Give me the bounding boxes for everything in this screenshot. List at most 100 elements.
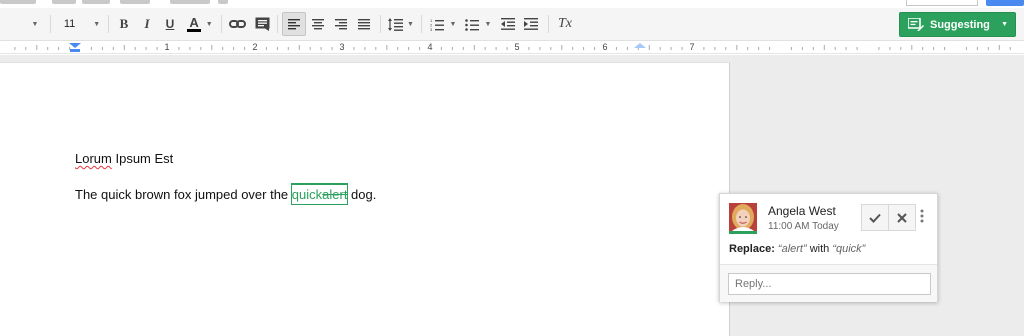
misspelled-word[interactable]: Lorum (75, 151, 112, 166)
ruler-tick (233, 47, 235, 50)
cropped-share-button[interactable] (986, 0, 1024, 6)
bulleted-list-button[interactable]: ▼ (462, 12, 494, 36)
insert-comment-button[interactable] (253, 12, 271, 36)
ruler-tick (889, 47, 891, 50)
ruler-tick (156, 47, 158, 50)
ruler-tick (419, 47, 421, 50)
ruler-tick (451, 47, 453, 50)
ruler-tick (309, 47, 311, 50)
ruler-tick (408, 47, 410, 50)
ruler-tick (583, 47, 585, 50)
ruler-tick (900, 47, 902, 50)
numbered-list-icon: 123 (430, 18, 444, 31)
first-line-indent-marker[interactable] (70, 49, 80, 52)
ruler-tick (659, 47, 661, 50)
user-photo-icon (729, 203, 757, 231)
ruler-tick (626, 47, 628, 50)
reply-input[interactable] (728, 273, 931, 295)
ruler-tick (725, 47, 727, 50)
more-vert-icon (920, 209, 924, 223)
ruler-number: 7 (689, 42, 695, 52)
ruler-tick (561, 45, 563, 50)
text-color-icon: A (187, 15, 201, 32)
ruler-tick (987, 47, 989, 50)
align-right-icon (335, 18, 347, 29)
toolbar-divider (50, 15, 51, 33)
clear-formatting-button[interactable]: Tx (554, 12, 576, 36)
toolbar-divider (221, 15, 222, 33)
chevron-down-icon: ▼ (205, 20, 213, 28)
ruler-tick (736, 45, 738, 50)
numbered-list-button[interactable]: 123 ▼ (427, 12, 459, 36)
ruler-tick (572, 47, 574, 50)
ruler-tick (801, 47, 803, 50)
right-indent-marker[interactable] (634, 43, 646, 48)
cropped-input-field[interactable] (906, 0, 978, 6)
inserted-text: quick (291, 187, 323, 202)
bold-button[interactable]: B (116, 12, 132, 36)
ruler-tick (25, 47, 27, 50)
decrease-indent-button[interactable] (498, 12, 518, 36)
cropped-title-fragment (120, 0, 150, 4)
cropped-title-fragment (52, 0, 76, 4)
ruler-tick (484, 47, 486, 50)
italic-button[interactable]: I (139, 12, 155, 36)
old-text: “alert” (777, 243, 807, 255)
font-family-dropdown[interactable]: ▼ (28, 12, 42, 36)
suggestion-description: Replace: “alert” with “quick” (729, 243, 865, 255)
document-paragraph[interactable]: The quick brown fox jumped over the quic… (75, 183, 376, 205)
ruler-number: 2 (252, 42, 258, 52)
decrease-indent-icon (501, 18, 515, 30)
ruler-tick (145, 47, 147, 50)
font-size-dropdown[interactable]: 11 ▼ (58, 12, 106, 36)
suggestion-timestamp: 11:00 AM Today (768, 221, 839, 232)
ruler-tick (714, 47, 716, 50)
bulleted-list-icon (464, 18, 479, 31)
more-options-button[interactable] (920, 209, 924, 228)
align-right-button[interactable] (330, 12, 352, 36)
ruler-tick (670, 47, 672, 50)
align-left-button[interactable] (282, 12, 306, 36)
increase-indent-icon (524, 18, 538, 30)
svg-text:3: 3 (430, 27, 433, 31)
ruler-tick (134, 47, 136, 50)
suggested-edit[interactable]: quickalert (290, 183, 349, 205)
ruler-tick (222, 47, 224, 50)
ruler-tick (790, 47, 792, 50)
font-size-value: 11 (63, 18, 76, 30)
line-spacing-button[interactable]: ▼ (386, 12, 416, 36)
suggesting-mode-button[interactable]: Suggesting ▼ (899, 12, 1016, 37)
underline-button[interactable]: U (162, 12, 178, 36)
text-color-button[interactable]: A ▼ (183, 12, 217, 36)
accept-suggestion-button[interactable] (861, 204, 889, 231)
ruler-tick (189, 47, 191, 50)
left-indent-marker[interactable] (69, 43, 81, 48)
ruler-tick (331, 47, 333, 50)
line-spacing-icon (388, 17, 404, 31)
ruler-tick (594, 47, 596, 50)
align-center-button[interactable] (307, 12, 329, 36)
reject-suggestion-button[interactable] (888, 204, 916, 231)
ruler-tick (211, 45, 213, 50)
ruler-tick (364, 47, 366, 50)
ruler-tick (200, 47, 202, 50)
ruler-tick (758, 47, 760, 50)
ruler-tick (856, 47, 858, 50)
ruler-tick (298, 45, 300, 50)
insert-link-button[interactable] (228, 12, 246, 36)
ruler[interactable]: 1 2 3 4 5 6 7 (0, 42, 1024, 54)
ruler-tick (681, 47, 683, 50)
suggestion-card[interactable]: Angela West 11:00 AM Today Replace: “ale… (719, 193, 938, 302)
chevron-down-icon: ▼ (31, 20, 39, 28)
ruler-tick (998, 45, 1000, 50)
ruler-tick (58, 47, 60, 50)
toolbar-divider (421, 15, 422, 33)
align-center-icon (312, 18, 324, 29)
document-heading-line[interactable]: Lorum Ipsum Est (75, 151, 173, 166)
ruler-tick (36, 45, 38, 50)
ruler-tick (933, 47, 935, 50)
ruler-tick (648, 45, 650, 50)
ruler-number: 4 (427, 42, 433, 52)
increase-indent-button[interactable] (521, 12, 541, 36)
justify-button[interactable] (353, 12, 375, 36)
